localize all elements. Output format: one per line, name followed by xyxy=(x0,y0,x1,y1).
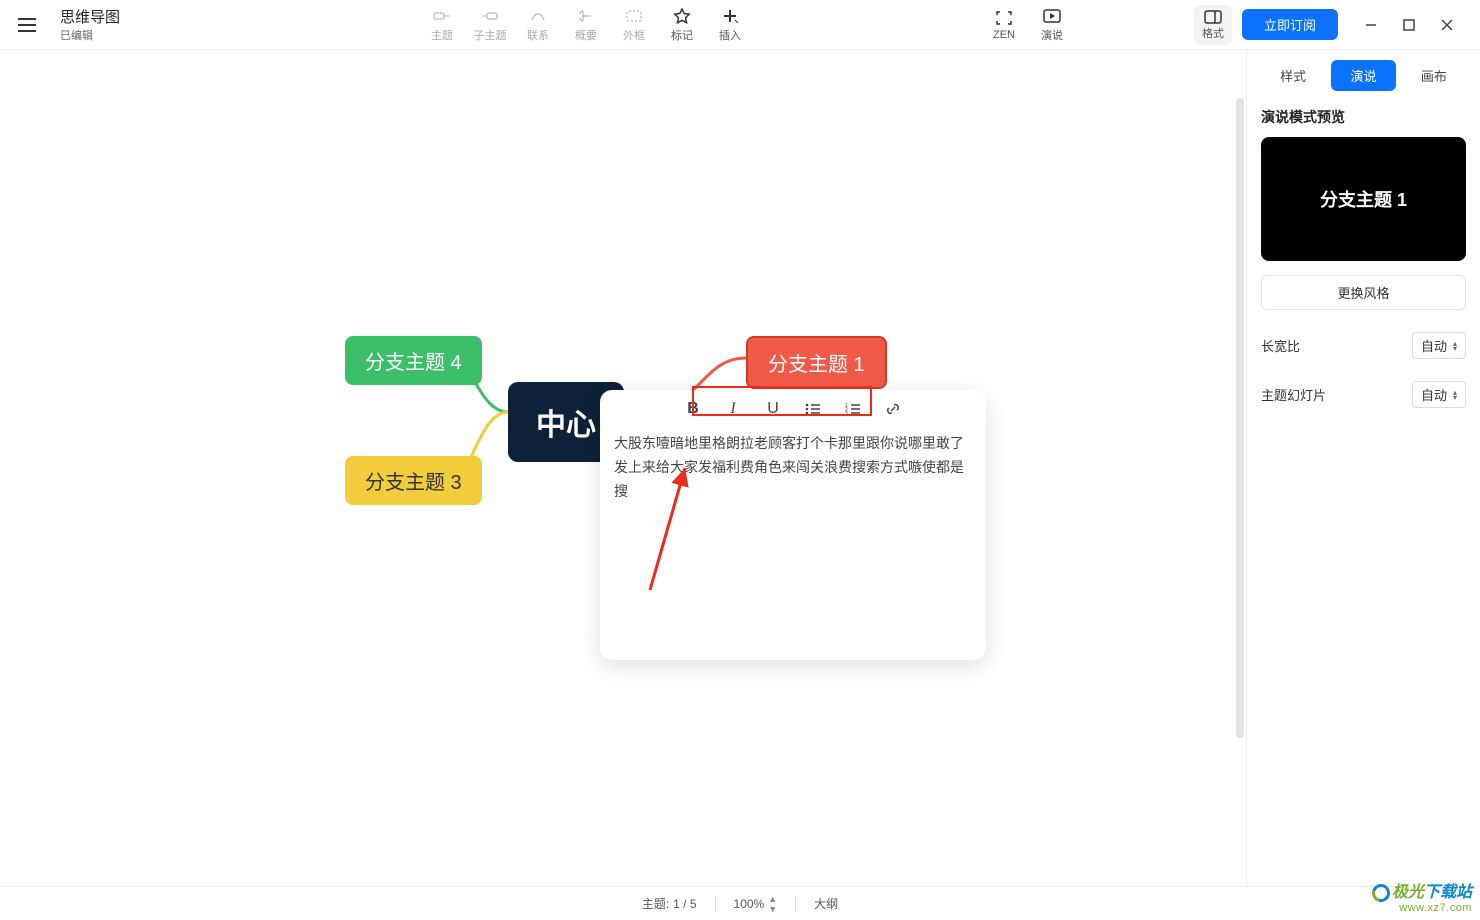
topic-counter: 主题: 1 / 5 xyxy=(642,895,697,912)
status-bar: 主题: 1 / 5 100% ▲▼ 大纲 xyxy=(0,886,1480,920)
tab-canvas[interactable]: 画布 xyxy=(1402,60,1466,91)
topic-tool[interactable]: 主题 xyxy=(421,3,463,47)
branch-node-4[interactable]: 分支主题 4 xyxy=(345,336,482,385)
relation-icon xyxy=(528,7,548,25)
numbered-list-button[interactable]: 123 xyxy=(842,398,864,420)
panel-icon xyxy=(1203,9,1223,25)
note-popup: B I U 123 大股东噎暗地里格朗拉老顾客打个卡那里跟你说哪里敢了发上来给大… xyxy=(600,390,986,660)
branch-node-1[interactable]: 分支主题 1 xyxy=(746,336,887,389)
subtopic-tool[interactable]: 子主题 xyxy=(469,3,511,47)
fullscreen-icon xyxy=(994,9,1014,27)
tool-label: 标记 xyxy=(671,27,693,43)
vertical-scrollbar[interactable] xyxy=(1236,50,1244,886)
stepper-arrows-icon: ▴▾ xyxy=(1453,390,1457,400)
marker-tool[interactable]: 标记 xyxy=(661,3,703,47)
zen-tool[interactable]: ZEN xyxy=(983,5,1025,45)
tab-style[interactable]: 样式 xyxy=(1261,60,1325,91)
boundary-tool[interactable]: 外框 xyxy=(613,3,655,47)
italic-button[interactable]: I xyxy=(722,398,744,420)
stepper-arrows-icon: ▴▾ xyxy=(1453,341,1457,351)
branch-node-3[interactable]: 分支主题 3 xyxy=(345,456,482,505)
tool-label: ZEN xyxy=(993,29,1015,41)
logo-ring-icon xyxy=(1369,880,1394,905)
relation-tool[interactable]: 联系 xyxy=(517,3,559,47)
topic-slide-select[interactable]: 自动 ▴▾ xyxy=(1412,381,1466,408)
outline-toggle[interactable]: 大纲 xyxy=(814,895,838,912)
link-button[interactable] xyxy=(882,398,904,420)
window-close[interactable] xyxy=(1440,18,1454,32)
summary-tool[interactable]: 概要 xyxy=(565,3,607,47)
brand-text-b: 下载站 xyxy=(1424,884,1472,901)
outline-label: 大纲 xyxy=(814,895,838,912)
subtopic-icon xyxy=(480,7,500,25)
tool-label: 主题 xyxy=(431,27,453,43)
pitch-tool[interactable]: 演说 xyxy=(1031,3,1073,47)
brand-url: www.xz7.com xyxy=(1372,902,1472,914)
tool-label: 联系 xyxy=(527,27,549,43)
star-icon xyxy=(672,7,692,25)
zoom-control[interactable]: 100% ▲▼ xyxy=(734,894,778,914)
mindmap-canvas[interactable]: 分支主题 4 分支主题 3 中心 分支主题 1 B I U 123 大股东噎暗地… xyxy=(0,50,1246,886)
tool-label: 外框 xyxy=(623,27,645,43)
aspect-ratio-select[interactable]: 自动 ▴▾ xyxy=(1412,332,1466,359)
topics-value: 1 / 5 xyxy=(673,897,696,911)
tool-label: 子主题 xyxy=(473,27,506,43)
bold-button[interactable]: B xyxy=(682,398,704,420)
divider xyxy=(715,897,716,911)
titlebar: 思维导图 已编辑 主题 子主题 联系 概要 外框 标记 xyxy=(0,0,1480,50)
insert-tool[interactable]: 插入 xyxy=(709,3,751,47)
window-minimize[interactable] xyxy=(1364,18,1378,32)
side-panel: 样式 演说 画布 演说模式预览 分支主题 1 更换风格 长宽比 自动 ▴▾ 主题… xyxy=(1246,50,1480,886)
tool-label: 演说 xyxy=(1041,27,1063,43)
bullet-list-button[interactable] xyxy=(802,398,824,420)
svg-text:3: 3 xyxy=(845,411,848,416)
change-style-button[interactable]: 更换风格 xyxy=(1261,275,1466,310)
tool-label: 格式 xyxy=(1202,25,1224,41)
topic-slide-label: 主题幻灯片 xyxy=(1261,385,1326,404)
note-text[interactable]: 大股东噎暗地里格朗拉老顾客打个卡那里跟你说哪里敢了发上来给大家发福利费角色来闯关… xyxy=(600,428,986,507)
subscribe-button[interactable]: 立即订阅 xyxy=(1242,9,1338,40)
document-title-block: 思维导图 已编辑 xyxy=(60,6,120,43)
tab-pitch[interactable]: 演说 xyxy=(1331,60,1395,91)
note-toolbar: B I U 123 xyxy=(600,390,986,428)
stepper-arrows-icon: ▲▼ xyxy=(768,894,777,914)
tool-label: 插入 xyxy=(719,27,741,43)
watermark: 极光下载站 www.xz7.com xyxy=(1372,878,1472,914)
select-value: 自动 xyxy=(1421,385,1447,404)
preview-heading: 演说模式预览 xyxy=(1261,107,1466,127)
summary-icon xyxy=(576,7,596,25)
tool-label: 概要 xyxy=(575,27,597,43)
document-title: 思维导图 xyxy=(60,6,120,27)
preview-text: 分支主题 1 xyxy=(1320,186,1407,212)
scrollbar-thumb[interactable] xyxy=(1236,98,1244,738)
window-maximize[interactable] xyxy=(1402,18,1416,32)
brand-text-a: 极光 xyxy=(1392,884,1424,901)
pitch-preview[interactable]: 分支主题 1 xyxy=(1261,137,1466,261)
topics-label: 主题: xyxy=(642,895,669,912)
menu-button[interactable] xyxy=(12,10,42,40)
document-status: 已编辑 xyxy=(60,27,120,43)
plus-icon xyxy=(720,7,740,25)
divider xyxy=(795,897,796,911)
aspect-ratio-label: 长宽比 xyxy=(1261,336,1300,355)
topic-icon xyxy=(432,7,452,25)
zoom-value: 100% xyxy=(734,897,765,911)
underline-button[interactable]: U xyxy=(762,398,784,420)
hamburger-icon xyxy=(18,18,36,32)
select-value: 自动 xyxy=(1421,336,1447,355)
play-icon xyxy=(1042,7,1062,25)
format-panel-toggle[interactable]: 格式 xyxy=(1194,5,1232,45)
boundary-icon xyxy=(624,7,644,25)
